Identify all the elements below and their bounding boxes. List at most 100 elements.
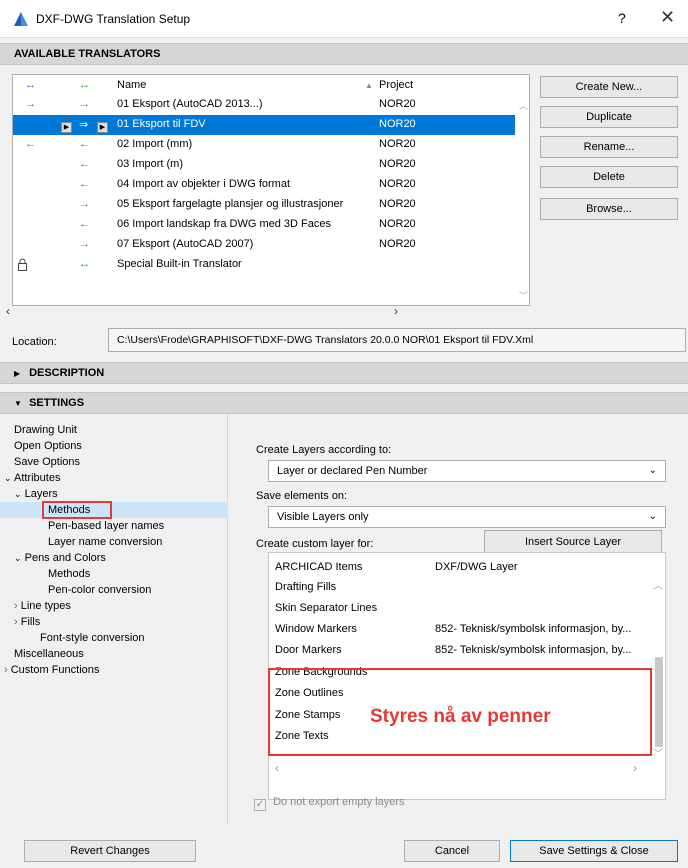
duplicate-button[interactable]: Duplicate [540, 106, 678, 128]
translator-name: Special Built-in Translator [117, 258, 242, 270]
settings-header[interactable]: ▼ SETTINGS [0, 392, 688, 414]
window-title: DXF-DWG Translation Setup [36, 12, 191, 26]
layer-item: Window Markers [275, 623, 357, 635]
create-layers-dropdown[interactable]: Layer or declared Pen Number ⌄ [268, 460, 666, 482]
tree-item-layer-name-conversion[interactable]: Layer name conversion [48, 534, 162, 550]
lock-icon [17, 258, 28, 274]
chevron-down-icon: ⌄ [14, 553, 22, 563]
save-elements-label: Save elements on: [256, 490, 348, 502]
title-bar: DXF-DWG Translation Setup ? ✕ [0, 0, 688, 38]
direction-header-icon[interactable]: ↔ [25, 79, 36, 91]
translator-project: NOR20 [379, 138, 416, 150]
translator-row[interactable]: ↔ Special Built-in Translator [13, 255, 515, 275]
scroll-right-icon[interactable]: › [633, 761, 637, 775]
translator-list[interactable]: ↔ ↔ Name ▲ Project → → 01 Eksport (AutoC… [12, 74, 530, 306]
scrollbar-thumb[interactable] [655, 657, 663, 747]
tree-item-miscellaneous[interactable]: Miscellaneous [14, 646, 84, 662]
custom-layer-label: Create custom layer for: [256, 538, 374, 550]
export-arrow-icon: ⇒ [79, 119, 89, 131]
tree-item-drawing-unit[interactable]: Drawing Unit [14, 422, 77, 438]
rename-button[interactable]: Rename... [540, 136, 678, 158]
translator-row[interactable]: → 07 Eksport (AutoCAD 2007) NOR20 [13, 235, 515, 255]
scroll-down-icon[interactable]: ﹀ [519, 289, 528, 302]
translator-name: 01 Eksport til FDV [117, 118, 206, 130]
delete-button[interactable]: Delete [540, 166, 678, 188]
tree-label: Fills [20, 616, 41, 628]
close-icon[interactable]: ✕ [660, 7, 675, 28]
tree-label: Line types [20, 600, 71, 612]
horizontal-scrollbar[interactable]: ‹ › [4, 304, 530, 320]
highlight-box [42, 501, 112, 519]
tree-item-pen-based-layer-names[interactable]: Pen-based layer names [48, 518, 164, 534]
translator-project: NOR20 [379, 198, 416, 210]
layer-name: 852- Teknisk/symbolsk informasjon, by... [435, 623, 632, 635]
scroll-up-icon[interactable]: ︿ [653, 577, 663, 592]
tree-item-save-options[interactable]: Save Options [14, 454, 80, 470]
project-column-header[interactable]: Project [379, 79, 413, 91]
save-elements-dropdown[interactable]: Visible Layers only ⌄ [268, 506, 666, 528]
tree-label: Layers [24, 488, 58, 500]
export-arrow-icon: → [25, 98, 36, 110]
tree-item-custom-functions[interactable]: › Custom Functions [4, 662, 99, 678]
tree-item-layers[interactable]: ⌄ Layers [14, 486, 58, 502]
translator-row[interactable]: ← 06 Import landskap fra DWG med 3D Face… [13, 215, 515, 235]
layer-name: DXF/DWG Layer [435, 561, 518, 573]
tree-item-layers-methods[interactable]: Methods [0, 502, 228, 518]
translator-row[interactable]: ← ← 02 Import (mm) NOR20 [13, 135, 515, 155]
table-row[interactable]: Skin Separator Lines [269, 598, 649, 618]
tree-item-font-style-conversion[interactable]: Font-style conversion [40, 630, 145, 646]
chevron-down-icon: ⌄ [648, 511, 657, 522]
tree-item-fills[interactable]: › Fills [14, 614, 40, 630]
table-row[interactable]: Drafting Fills [269, 577, 649, 597]
scroll-left-icon[interactable]: ‹ [275, 761, 279, 775]
do-not-export-empty-layers-checkbox[interactable]: ✓ Do not export empty layers [254, 796, 405, 811]
tree-item-line-types[interactable]: › Line types [14, 598, 71, 614]
table-row[interactable]: Window Markers 852- Teknisk/symbolsk inf… [269, 619, 649, 639]
section-title: DESCRIPTION [29, 367, 105, 379]
dropdown-value: Layer or declared Pen Number [277, 465, 428, 477]
translator-project: NOR20 [379, 238, 416, 250]
tree-item-pen-color-conversion[interactable]: Pen-color conversion [48, 582, 151, 598]
available-translators-header: AVAILABLE TRANSLATORS [0, 43, 688, 65]
expand-caret-icon: ▶ [14, 369, 21, 378]
dialog-footer: Revert Changes Cancel Save Settings & Cl… [0, 828, 688, 868]
translator-row[interactable]: → 05 Eksport fargelagte plansjer og illu… [13, 195, 515, 215]
description-header[interactable]: ▶ DESCRIPTION [0, 362, 688, 384]
scroll-left-icon[interactable]: ‹ [6, 304, 10, 318]
cancel-button[interactable]: Cancel [404, 840, 500, 862]
scroll-up-icon[interactable]: ︿ [519, 99, 528, 112]
name-column-header[interactable]: Name [117, 79, 146, 91]
scroll-right-icon[interactable]: › [394, 304, 398, 318]
translator-row[interactable]: ← 04 Import av objekter i DWG format NOR… [13, 175, 515, 195]
chevron-down-icon: ⌄ [648, 465, 657, 476]
insert-source-layer-button[interactable]: Insert Source Layer [484, 530, 662, 554]
tree-label: Custom Functions [10, 664, 100, 676]
translator-name: 03 Import (m) [117, 158, 184, 170]
vertical-scrollbar[interactable]: ︿ ﹀ [515, 95, 529, 303]
save-settings-close-button[interactable]: Save Settings & Close [510, 840, 678, 862]
translator-row[interactable]: ← 03 Import (m) NOR20 [13, 155, 515, 175]
tree-item-pens-and-colors[interactable]: ⌄ Pens and Colors [14, 550, 106, 566]
table-row[interactable]: ARCHICAD Items DXF/DWG Layer [269, 557, 649, 577]
table-row[interactable]: Door Markers 852- Teknisk/symbolsk infor… [269, 640, 649, 660]
layer-item: Skin Separator Lines [275, 602, 378, 614]
direction-header-icon-2[interactable]: ↔ [79, 79, 90, 91]
collapse-caret-icon: ▼ [14, 399, 22, 408]
export-arrow-icon: → [79, 238, 90, 250]
tree-item-open-options[interactable]: Open Options [14, 438, 82, 454]
translator-row-selected[interactable]: ▶ ⇒ ▶ 01 Eksport til FDV NOR20 [13, 115, 515, 135]
settings-panel: Create Layers according to: Layer or dec… [232, 426, 682, 822]
translator-name: 02 Import (mm) [117, 138, 193, 150]
translator-name: 05 Eksport fargelagte plansjer og illust… [117, 198, 344, 210]
create-new-button[interactable]: Create New... [540, 76, 678, 98]
section-title: AVAILABLE TRANSLATORS [14, 48, 161, 60]
settings-tree: Drawing Unit Open Options Save Options ⌄… [0, 414, 228, 824]
tree-item-attributes[interactable]: ⌄ Attributes [4, 470, 60, 486]
browse-button[interactable]: Browse... [540, 198, 678, 220]
revert-changes-button[interactable]: Revert Changes [24, 840, 196, 862]
help-button[interactable]: ? [618, 10, 626, 26]
tree-item-pens-methods[interactable]: Methods [48, 566, 90, 582]
checkmark-icon: ✓ [254, 799, 266, 811]
scroll-down-icon[interactable]: ﹀ [653, 745, 663, 760]
translator-row[interactable]: → → 01 Eksport (AutoCAD 2013...) NOR20 [13, 95, 515, 115]
